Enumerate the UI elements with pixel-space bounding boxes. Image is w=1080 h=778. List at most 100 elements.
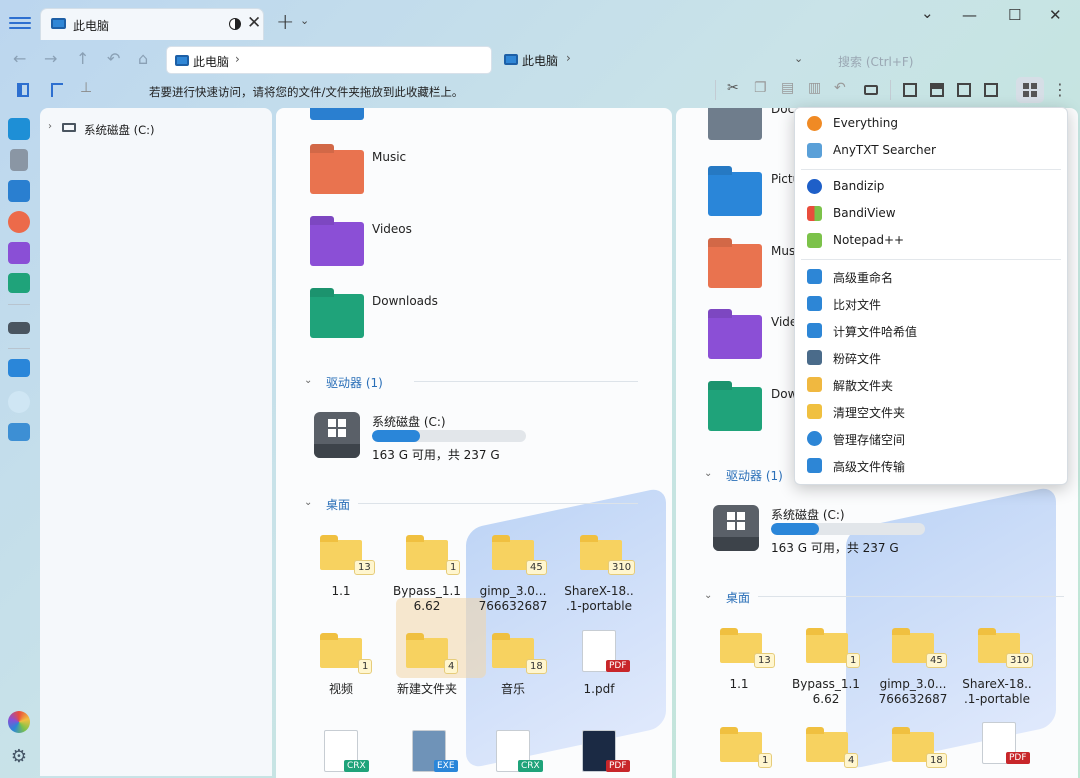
item-name[interactable]: gimp_3.0... 766632687 — [468, 584, 558, 614]
panel-toggle-icon[interactable] — [14, 80, 32, 100]
drive-icon[interactable] — [8, 322, 30, 334]
videos-folder-icon[interactable] — [310, 222, 364, 266]
folder-label[interactable]: Music — [372, 150, 406, 164]
documents-icon[interactable] — [10, 149, 28, 171]
view-grid-button[interactable] — [1016, 77, 1044, 103]
folder-label[interactable]: Videos — [372, 222, 412, 236]
downloads-icon[interactable] — [8, 273, 30, 293]
desktop-section-header[interactable]: 桌面 — [726, 589, 750, 606]
theme-icon[interactable] — [8, 711, 30, 733]
back-button[interactable]: ← — [13, 49, 26, 68]
chevron-right-icon[interactable]: › — [235, 52, 240, 66]
section-collapse-icon[interactable]: ⌄ — [304, 375, 312, 386]
up-button[interactable]: ↑ — [76, 49, 89, 68]
menu-item-compare-files[interactable]: 比对文件 — [795, 291, 1069, 317]
address-history-dropdown-icon[interactable]: ⌄ — [794, 52, 803, 65]
tab-list-dropdown-icon[interactable]: ⌄ — [300, 14, 309, 27]
chevron-right-icon[interactable]: › — [566, 51, 571, 65]
item-name[interactable]: 1.pdf — [554, 682, 644, 697]
item-name[interactable]: gimp_3.0... 766632687 — [868, 677, 958, 707]
folder-icon[interactable] — [320, 633, 362, 668]
rename-icon[interactable] — [862, 80, 880, 100]
menu-item-file-hash[interactable]: 计算文件哈希值 — [795, 318, 1069, 344]
desktop-section-header[interactable]: 桌面 — [326, 496, 350, 513]
network-icon[interactable] — [8, 423, 30, 441]
drive-name[interactable]: 系统磁盘 (C:) — [771, 506, 845, 523]
more-icon[interactable]: ⋮ — [1052, 80, 1070, 100]
item-name[interactable]: ShareX-18.. .1-portable — [554, 584, 644, 614]
new-tab-button[interactable]: + — [276, 10, 294, 35]
maximize-button[interactable]: ☐ — [1008, 6, 1021, 24]
item-name[interactable]: Bypass_1.1 6.62 — [781, 677, 871, 707]
drives-section-header[interactable]: 驱动器 (1) — [326, 374, 383, 391]
pictures-folder-icon[interactable] — [708, 172, 762, 216]
item-name[interactable]: 1.1 — [296, 584, 386, 599]
music-folder-icon[interactable] — [310, 150, 364, 194]
folder-label[interactable]: Downloads — [372, 294, 438, 308]
section-collapse-icon[interactable]: ⌄ — [704, 468, 712, 479]
tree-view-icon[interactable] — [48, 80, 66, 100]
menu-item-bandizip[interactable]: Bandizip — [795, 174, 1069, 200]
item-name[interactable]: Bypass_1.1 6.62 — [382, 584, 472, 614]
hard-drive-icon[interactable] — [713, 505, 759, 551]
forward-button[interactable]: → — [44, 49, 57, 68]
music-folder-icon[interactable] — [708, 244, 762, 288]
undo-icon[interactable]: ↶ — [834, 80, 852, 100]
tab-this-pc[interactable]: 此电脑 ✕ — [40, 8, 264, 40]
menu-item-dissolve-folder[interactable]: 解散文件夹 — [795, 372, 1069, 398]
downloads-folder-icon[interactable] — [708, 387, 762, 431]
item-name[interactable]: 新建文件夹 — [382, 682, 472, 697]
menu-item-notepadpp[interactable]: Notepad++ — [795, 228, 1069, 254]
menu-item-clean-empty-folders[interactable]: 清理空文件夹 — [795, 399, 1069, 425]
menu-item-manage-storage[interactable]: 管理存储空间 — [795, 426, 1069, 452]
folder-icon[interactable] — [806, 727, 848, 762]
menu-item-everything[interactable]: Everything — [795, 111, 1069, 137]
recycle-bin-icon[interactable] — [8, 391, 30, 413]
this-pc-icon[interactable] — [8, 359, 30, 377]
item-name[interactable]: ShareX-18.. .1-portable — [952, 677, 1042, 707]
item-name[interactable]: 视频 — [296, 682, 386, 697]
close-button[interactable]: ✕ — [1049, 6, 1062, 24]
search-input[interactable]: 搜索 (Ctrl+F) — [830, 46, 1066, 74]
menu-item-bandiview[interactable]: BandiView — [795, 201, 1069, 227]
single-pane-icon[interactable] — [901, 80, 919, 100]
pictures-folder-icon[interactable] — [310, 108, 364, 120]
desktop-icon[interactable] — [8, 118, 30, 140]
close-pane-icon[interactable] — [982, 80, 1000, 100]
pictures-icon[interactable] — [8, 180, 30, 202]
cut-icon[interactable]: ✂ — [727, 80, 745, 100]
folder-icon[interactable] — [406, 535, 448, 570]
music-icon[interactable] — [8, 211, 30, 233]
pin-icon[interactable]: ⊥ — [80, 80, 98, 100]
address-bar-right[interactable]: 此电脑 › — [500, 46, 800, 74]
minimize-button[interactable]: — — [962, 6, 977, 24]
collapse-icon[interactable]: ⌄ — [921, 4, 934, 22]
folder-label[interactable]: Doc — [771, 108, 794, 116]
item-name[interactable]: 1.1 — [694, 677, 784, 692]
home-button[interactable]: ⌂ — [138, 49, 148, 68]
hard-drive-icon[interactable] — [314, 412, 360, 458]
section-collapse-icon[interactable]: ⌄ — [304, 497, 312, 508]
tab-close-icon[interactable]: ✕ — [247, 13, 261, 33]
undo-button[interactable]: ↶ — [107, 49, 120, 68]
section-collapse-icon[interactable]: ⌄ — [704, 590, 712, 601]
paste-icon[interactable]: ▤ — [781, 80, 799, 100]
folder-icon[interactable] — [720, 727, 762, 762]
tree-item-c-drive[interactable]: 系统磁盘 (C:) — [84, 122, 155, 138]
contrast-icon[interactable] — [229, 18, 241, 30]
expand-chevron-icon[interactable]: › — [48, 121, 52, 132]
preview-pane-icon[interactable] — [955, 80, 973, 100]
copy-icon[interactable]: ❐ — [754, 80, 772, 100]
drives-section-header[interactable]: 驱动器 (1) — [726, 467, 783, 484]
downloads-folder-icon[interactable] — [310, 294, 364, 338]
settings-icon[interactable]: ⚙ — [8, 746, 30, 768]
menu-hamburger-icon[interactable] — [9, 14, 31, 34]
videos-folder-icon[interactable] — [708, 315, 762, 359]
delete-icon[interactable]: ▥ — [808, 80, 826, 100]
folder-label[interactable]: Mus — [771, 244, 795, 258]
menu-item-shred-files[interactable]: 粉碎文件 — [795, 345, 1069, 371]
documents-folder-icon[interactable] — [708, 108, 762, 140]
menu-item-advanced-rename[interactable]: 高级重命名 — [795, 264, 1069, 290]
drive-name[interactable]: 系统磁盘 (C:) — [372, 413, 446, 430]
menu-item-anytxt[interactable]: AnyTXT Searcher — [795, 138, 1069, 164]
